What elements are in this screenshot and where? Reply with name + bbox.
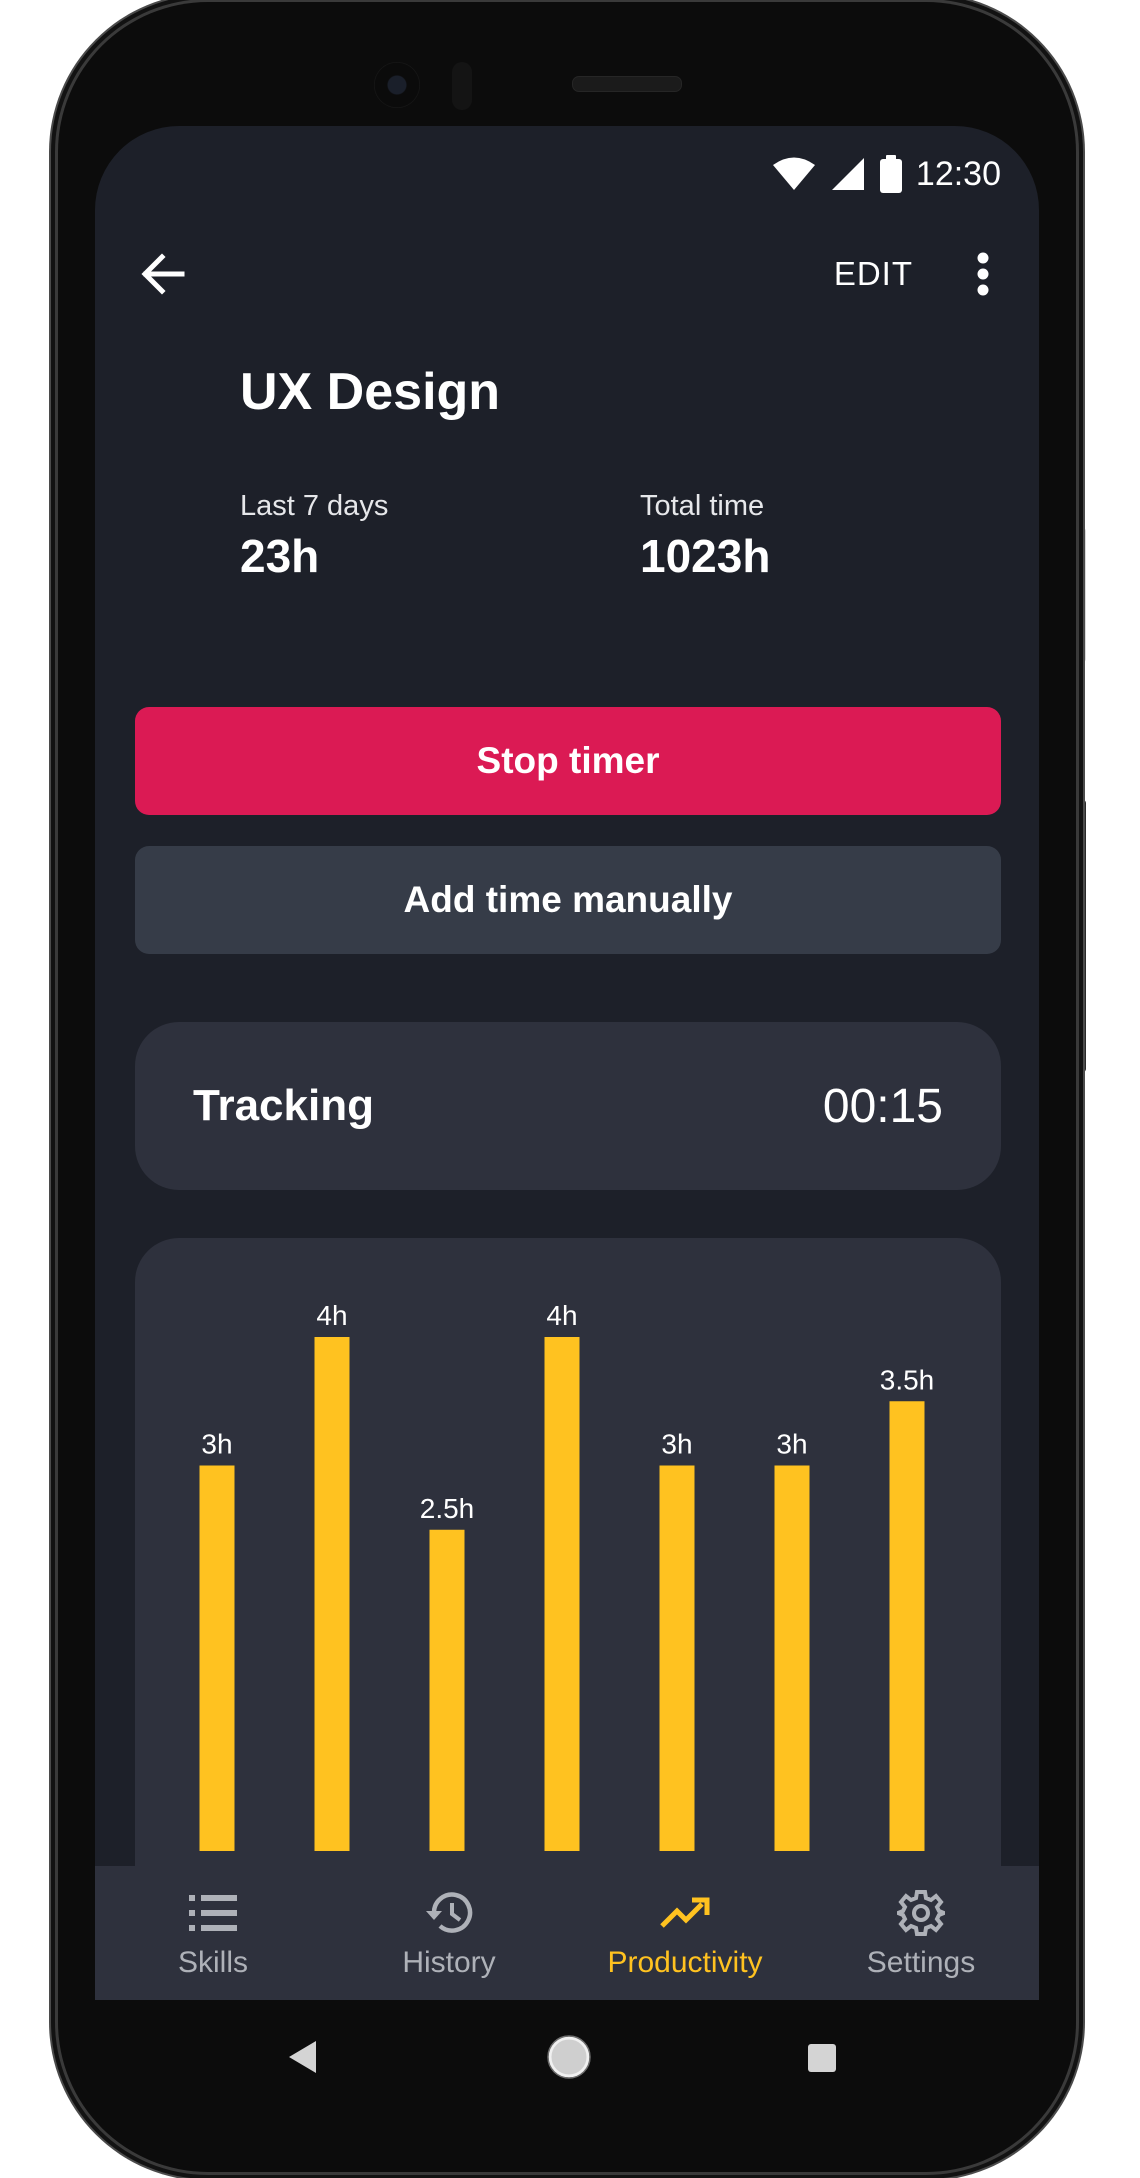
nav-item-settings[interactable]: Settings — [803, 1866, 1039, 2000]
gear-icon — [897, 1890, 945, 1936]
arrow-back-icon — [141, 253, 185, 295]
skill-title: UX Design — [240, 363, 501, 421]
bottom-navigation: Skills History Productivity Settings — [95, 1866, 1039, 2000]
proximity-sensor — [452, 62, 472, 110]
nav-item-productivity[interactable]: Productivity — [567, 1866, 803, 2000]
productivity-chart-card: 3h 4h 2.5h 4h 3h 3h 3.5h — [135, 1238, 1001, 1938]
nav-label-productivity: Productivity — [607, 1946, 763, 1979]
back-button[interactable] — [135, 246, 191, 302]
chart-data-label: 2.5h — [420, 1493, 475, 1524]
earpiece-speaker — [572, 76, 682, 92]
system-back-icon[interactable] — [288, 2040, 318, 2074]
chart-data-label: 3.5h — [880, 1364, 935, 1395]
last-7-days-stat: Last 7 days 23h — [240, 490, 388, 583]
cell-signal-icon — [830, 156, 866, 192]
chart-data-label: 3h — [661, 1429, 692, 1460]
chart-bar — [199, 1465, 235, 1851]
nav-label-history: History — [402, 1946, 496, 1979]
chart-bar — [659, 1465, 695, 1851]
chart-bar — [774, 1465, 810, 1851]
nav-label-settings: Settings — [866, 1946, 976, 1979]
system-navigation-bar — [95, 2000, 1039, 2116]
productivity-bar-chart: 3h 4h 2.5h 4h 3h 3h 3.5h — [199, 1300, 935, 1851]
chart-data-label: 4h — [316, 1300, 347, 1331]
stop-timer-button[interactable]: Stop timer — [135, 707, 1001, 815]
tracking-timer-value: 00:15 — [822, 1079, 943, 1133]
tracking-card: Tracking 00:15 — [135, 1022, 1001, 1190]
chart-data-label: 3h — [776, 1429, 807, 1460]
last-7-days-label: Last 7 days — [240, 490, 389, 522]
wifi-icon — [772, 156, 816, 192]
total-time-label: Total time — [640, 490, 765, 522]
trending-up-icon — [660, 1897, 710, 1928]
history-icon — [426, 1892, 473, 1933]
power-button — [1076, 528, 1086, 662]
app-bar: EDIT — [95, 216, 1039, 332]
edit-button[interactable]: EDIT — [834, 246, 913, 302]
tracking-label: Tracking — [193, 1081, 374, 1130]
more-vert-icon — [977, 252, 989, 296]
chart-bar — [544, 1337, 580, 1851]
nav-item-history[interactable]: History — [331, 1866, 567, 2000]
chart-bar — [429, 1529, 465, 1851]
status-time: 12:30 — [915, 154, 1001, 193]
chart-data-label: 4h — [546, 1300, 577, 1331]
battery-icon — [879, 155, 902, 193]
front-camera — [374, 62, 420, 108]
system-recents-icon[interactable] — [807, 2043, 837, 2073]
more-options-button[interactable] — [955, 242, 1011, 306]
nav-label-skills: Skills — [177, 1946, 248, 1979]
nav-item-skills[interactable]: Skills — [95, 1866, 331, 2000]
chart-bar — [889, 1401, 925, 1851]
status-bar: 12:30 — [772, 152, 1001, 196]
last-7-days-value: 23h — [240, 530, 320, 582]
chart-data-label: 3h — [201, 1429, 232, 1460]
total-time-value: 1023h — [640, 530, 771, 582]
chart-bar — [314, 1337, 350, 1851]
add-time-manually-button[interactable]: Add time manually — [135, 846, 1001, 954]
list-icon — [189, 1895, 237, 1931]
system-home-icon[interactable] — [546, 2034, 592, 2080]
volume-button — [1076, 800, 1086, 1072]
screen: 12:30 EDIT UX Design Last 7 days 23h Tot… — [95, 126, 1039, 2000]
total-time-stat: Total time 1023h — [640, 490, 770, 583]
